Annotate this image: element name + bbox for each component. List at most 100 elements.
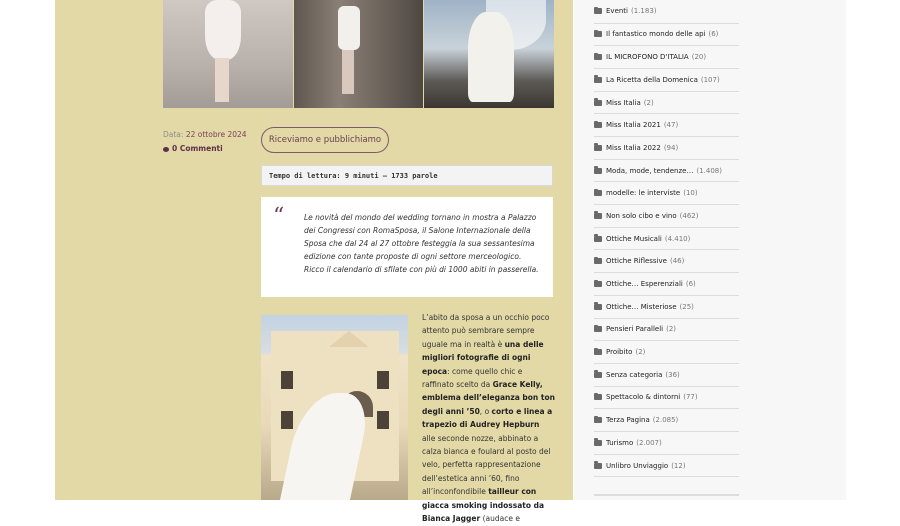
intro-quote: “ Le novità del mondo del wedding tornan…	[261, 197, 553, 297]
reading-time-box: Tempo di lettura: 9 minuti — 1733 parole	[261, 165, 553, 186]
folder-icon	[594, 415, 602, 424]
folder-icon	[594, 370, 602, 378]
category-list: Eventi (1.183) Il fantastico mondo delle …	[594, 0, 739, 478]
folder-icon	[594, 166, 602, 174]
date-label: Data:	[163, 130, 184, 139]
category-label[interactable]: Miss Italia 2021	[606, 121, 661, 129]
comments-count: 0 Commenti	[172, 144, 223, 153]
category-count: (46)	[669, 257, 685, 266]
category-count: (36)	[665, 370, 680, 379]
dress-shape	[205, 0, 241, 60]
gallery-photo[interactable]	[163, 0, 293, 108]
category-item[interactable]: Senza categoria (36)	[594, 364, 739, 387]
category-count: (107)	[700, 75, 720, 84]
category-count: (20)	[691, 53, 707, 62]
category-label[interactable]: Turismo	[606, 439, 633, 447]
category-label[interactable]: Ottiche… Misteriose	[606, 303, 677, 311]
category-item[interactable]: Non solo cibo e vino (462)	[594, 205, 739, 228]
body-text: , o	[479, 406, 492, 416]
category-count: (25)	[679, 302, 694, 311]
folder-icon	[594, 438, 602, 446]
category-label[interactable]: La Ricetta della Domenica	[606, 76, 698, 84]
category-item[interactable]: Miss Italia (2)	[594, 92, 739, 115]
category-label[interactable]: Senza categoria	[606, 371, 662, 379]
folder-icon	[594, 211, 602, 219]
category-label[interactable]: Ottiche… Esperenziali	[606, 280, 683, 288]
article-photo[interactable]	[261, 315, 408, 500]
category-label[interactable]: Spettacolo & dintorni	[606, 393, 680, 401]
category-count: (1.408)	[696, 166, 722, 175]
category-item[interactable]: Pensieri Paralleli (2)	[594, 319, 739, 342]
sidebar-divider	[594, 494, 739, 496]
category-item[interactable]: Turismo (2.007)	[594, 432, 739, 455]
quote-text: Le novità del mondo del wedding tornano …	[304, 213, 539, 274]
dress-shape	[337, 6, 360, 50]
category-label[interactable]: modelle: le interviste	[606, 189, 680, 197]
quote-mark-icon: “	[273, 204, 285, 229]
folder-icon	[594, 324, 602, 333]
legs-shape	[341, 50, 354, 94]
category-item[interactable]: Spettacolo & dintorni (77)	[594, 387, 739, 410]
category-count: (2.085)	[652, 416, 679, 425]
category-count: (94)	[663, 143, 679, 152]
comments-link[interactable]: 0 Commenti	[163, 142, 247, 156]
legs-shape	[215, 58, 229, 102]
body-text: (audace e	[480, 514, 520, 524]
category-count: (1.183)	[631, 7, 657, 16]
folder-icon	[594, 302, 602, 310]
window-shape	[281, 371, 293, 389]
category-item[interactable]: Ottiche Riflessive (46)	[594, 250, 739, 274]
folder-icon	[594, 52, 602, 61]
post-date: Data: 22 ottobre 2024	[163, 128, 247, 142]
folder-icon	[594, 6, 602, 15]
folder-icon	[594, 461, 602, 469]
category-item[interactable]: Terza Pagina (2.085)	[594, 409, 739, 432]
category-count: (47)	[663, 121, 679, 130]
folder-icon	[594, 75, 602, 83]
category-item[interactable]: Moda, mode, tendenze… (1.408)	[594, 160, 739, 183]
category-label[interactable]: IL MICROFONO D'ITALIA	[606, 53, 689, 61]
dress-shape	[468, 12, 515, 102]
category-item[interactable]: Ottiche Musicali (4.410)	[594, 228, 739, 251]
gallery-photo[interactable]	[424, 0, 555, 108]
window-shape	[377, 411, 389, 429]
category-label[interactable]: Eventi	[606, 7, 628, 15]
category-item[interactable]: Proibito (2)	[594, 341, 739, 364]
folder-icon	[594, 29, 602, 38]
folder-icon	[594, 234, 602, 242]
folder-icon	[594, 347, 602, 356]
gallery-photo[interactable]	[293, 0, 424, 108]
category-label[interactable]: Moda, mode, tendenze…	[606, 167, 693, 175]
category-item[interactable]: Ottiche… Misteriose (25)	[594, 296, 739, 319]
category-label[interactable]: Ottiche Riflessive	[606, 257, 667, 265]
folder-icon	[594, 188, 602, 197]
date-link[interactable]: 22 ottobre 2024	[186, 130, 247, 139]
category-item[interactable]: Il fantastico mondo delle api (6)	[594, 24, 739, 47]
category-item[interactable]: IL MICROFONO D'ITALIA (20)	[594, 46, 739, 69]
category-item[interactable]: Miss Italia 2021 (47)	[594, 114, 739, 138]
category-item[interactable]: Ottiche… Esperenziali (6)	[594, 273, 739, 296]
category-item[interactable]: Miss Italia 2022 (94)	[594, 137, 739, 160]
category-count: (6)	[685, 280, 696, 288]
category-count: (6)	[708, 30, 719, 39]
category-label[interactable]: Terza Pagina	[606, 416, 650, 424]
category-count: (2)	[635, 348, 646, 357]
category-label[interactable]: Il fantastico mondo delle api	[606, 30, 706, 38]
category-label[interactable]: Proibito	[606, 348, 632, 356]
window-shape	[377, 371, 389, 389]
folder-icon	[594, 256, 602, 265]
category-item[interactable]: La Ricetta della Domenica (107)	[594, 69, 739, 92]
category-count: (77)	[683, 393, 698, 402]
category-item[interactable]: modelle: le interviste (10)	[594, 182, 739, 206]
category-label[interactable]: Pensieri Paralleli	[606, 325, 663, 333]
folder-icon	[594, 98, 602, 106]
category-label[interactable]: Non solo cibo e vino	[606, 212, 677, 220]
category-tag-button[interactable]: Riceviamo e pubblichiamo	[261, 127, 389, 153]
category-label[interactable]: Ottiche Musicali	[606, 235, 662, 243]
category-label[interactable]: Miss Italia 2022	[606, 144, 661, 152]
category-item[interactable]: Eventi (1.183)	[594, 0, 739, 24]
folder-icon	[594, 279, 602, 287]
category-label[interactable]: Miss Italia	[606, 99, 641, 107]
category-label[interactable]: Unlibro Unviaggio	[606, 462, 668, 470]
category-item[interactable]: Unlibro Unviaggio (12)	[594, 455, 739, 478]
